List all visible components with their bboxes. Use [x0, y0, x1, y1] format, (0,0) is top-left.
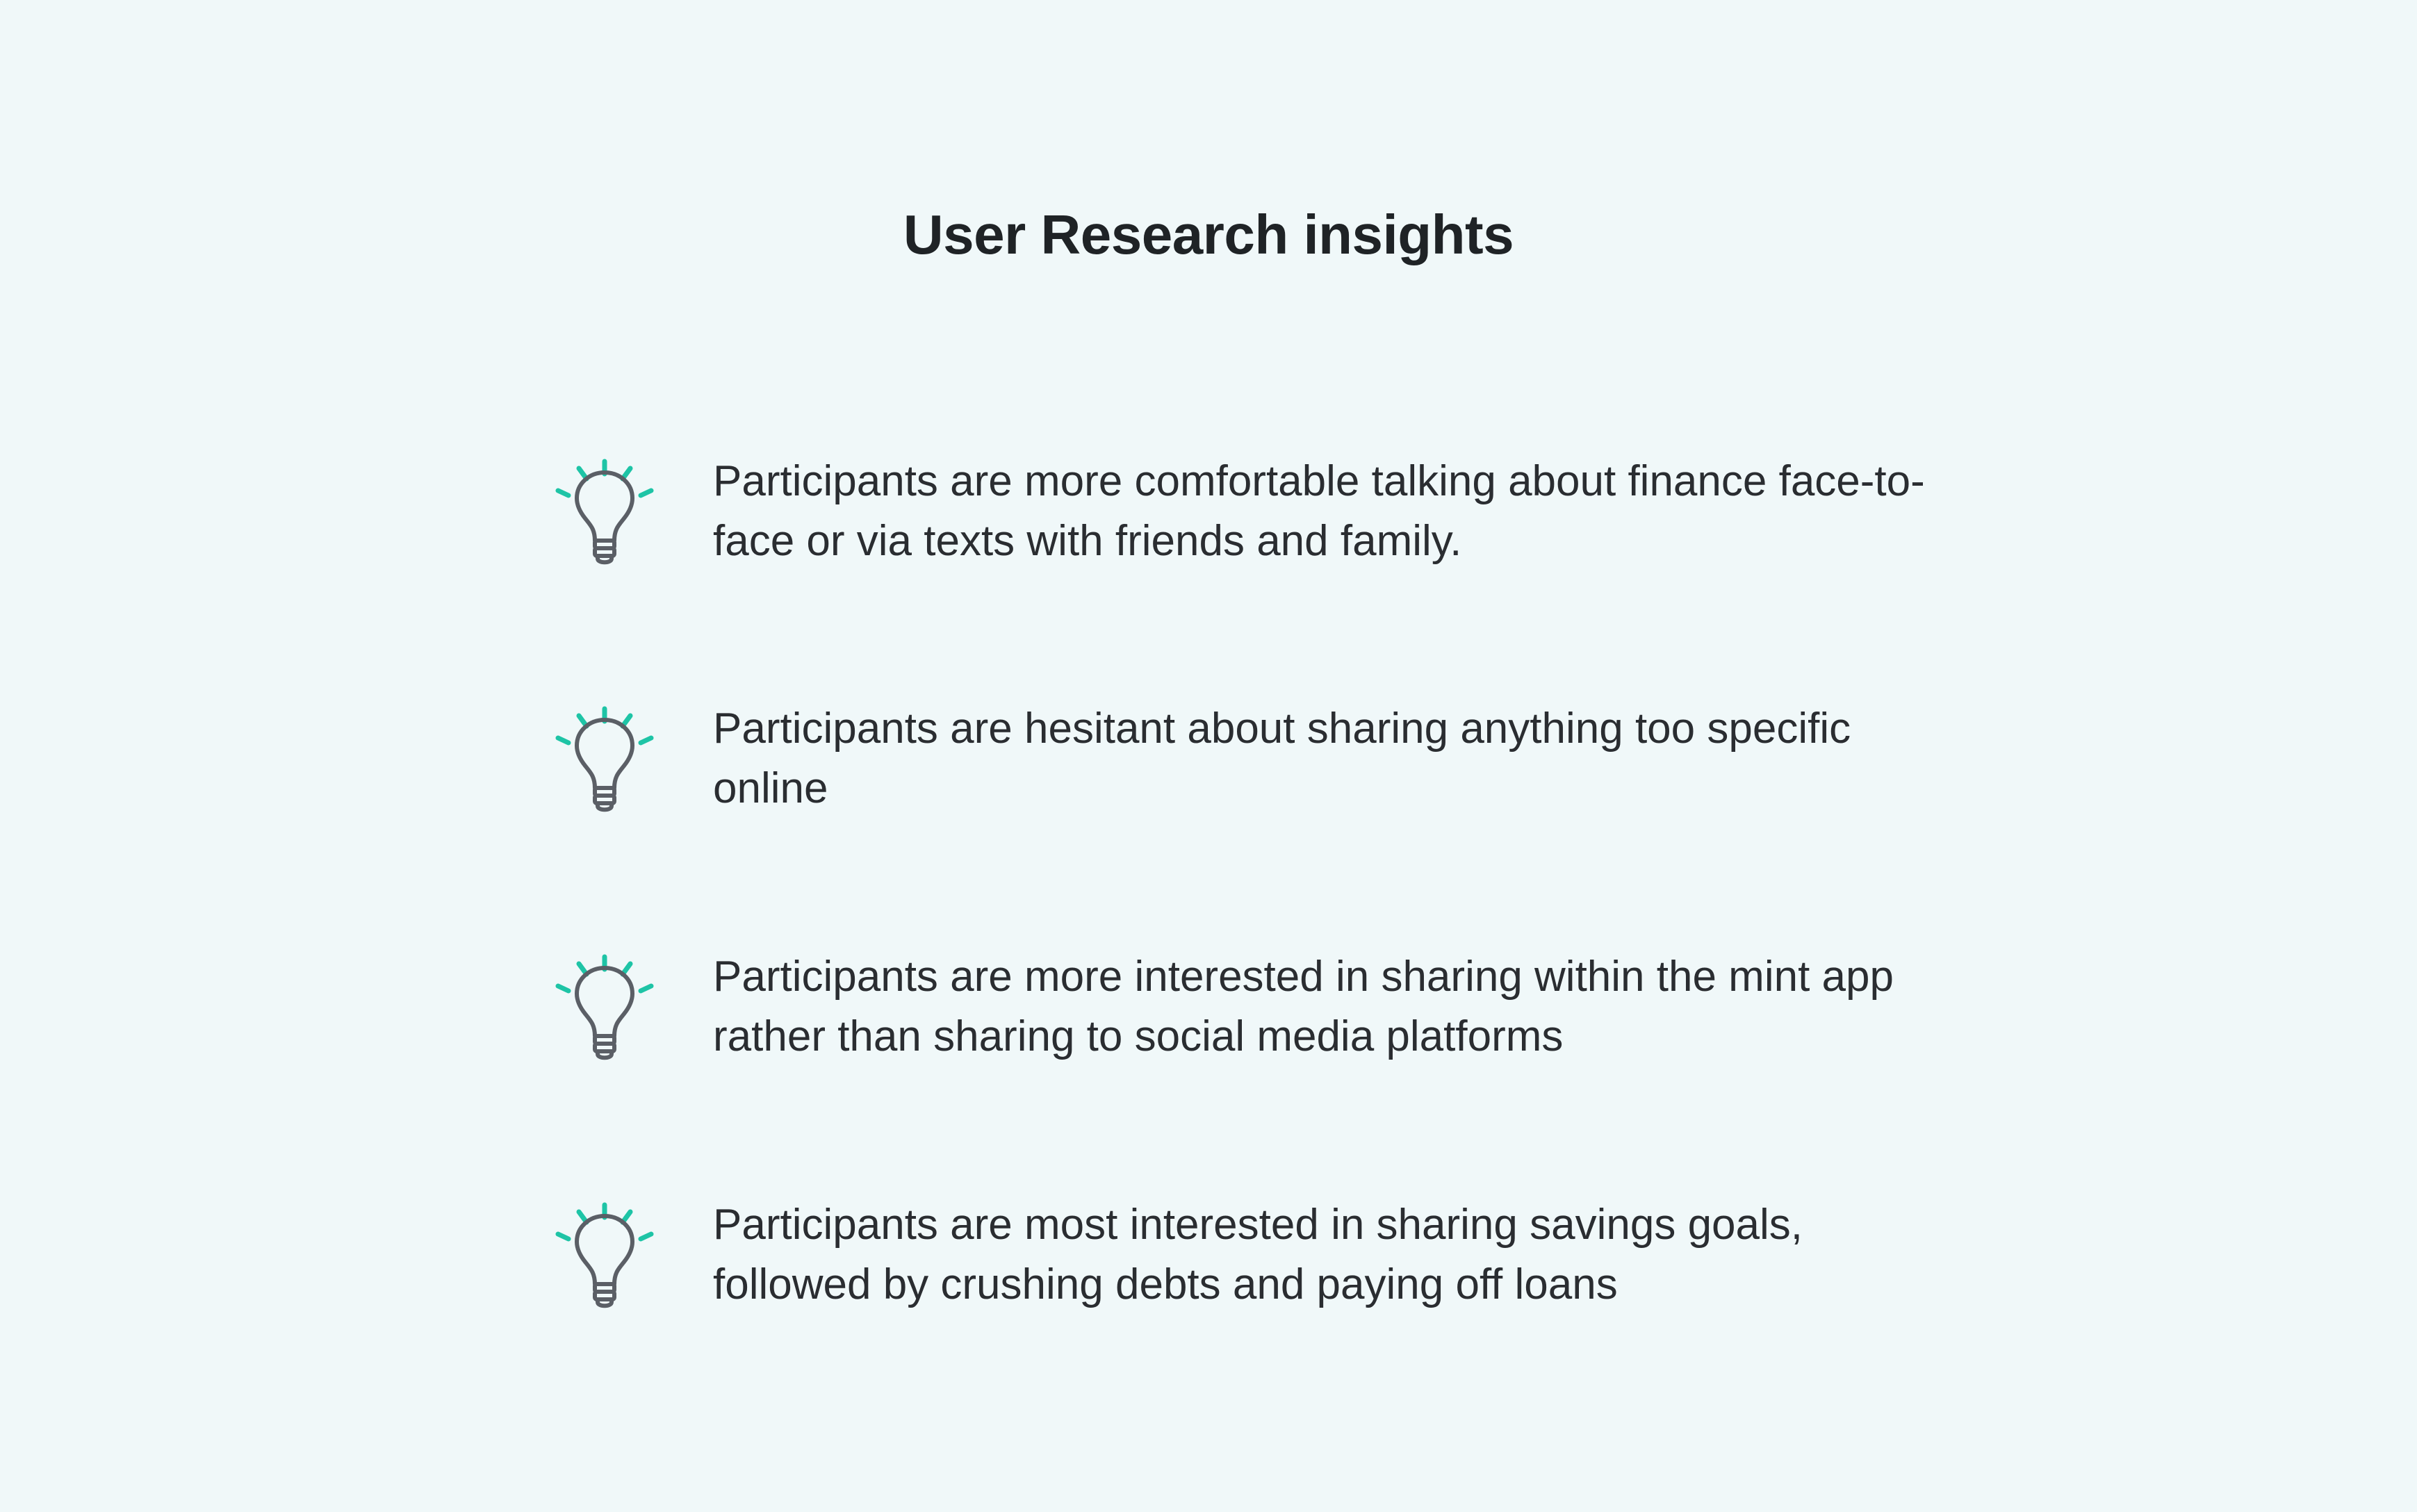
insight-item: Participants are hesitant about sharing …	[549, 692, 1939, 831]
insight-text: Participants are hesitant about sharing …	[713, 705, 1851, 812]
page-title: User Research insights	[903, 204, 1514, 265]
lightbulb-icon	[549, 1195, 660, 1320]
insight-item: Participants are more comfortable talkin…	[549, 445, 1939, 584]
insight-item: Participants are most interested in shar…	[549, 1188, 1939, 1327]
insight-text: Participants are more comfortable talkin…	[713, 457, 1925, 565]
lightbulb-icon	[549, 699, 660, 824]
insight-item: Participants are more interested in shar…	[549, 940, 1939, 1079]
lightbulb-icon	[549, 452, 660, 577]
lightbulb-icon	[549, 947, 660, 1072]
insight-text: Participants are more interested in shar…	[713, 953, 1894, 1060]
insight-text: Participants are most interested in shar…	[713, 1201, 1803, 1308]
